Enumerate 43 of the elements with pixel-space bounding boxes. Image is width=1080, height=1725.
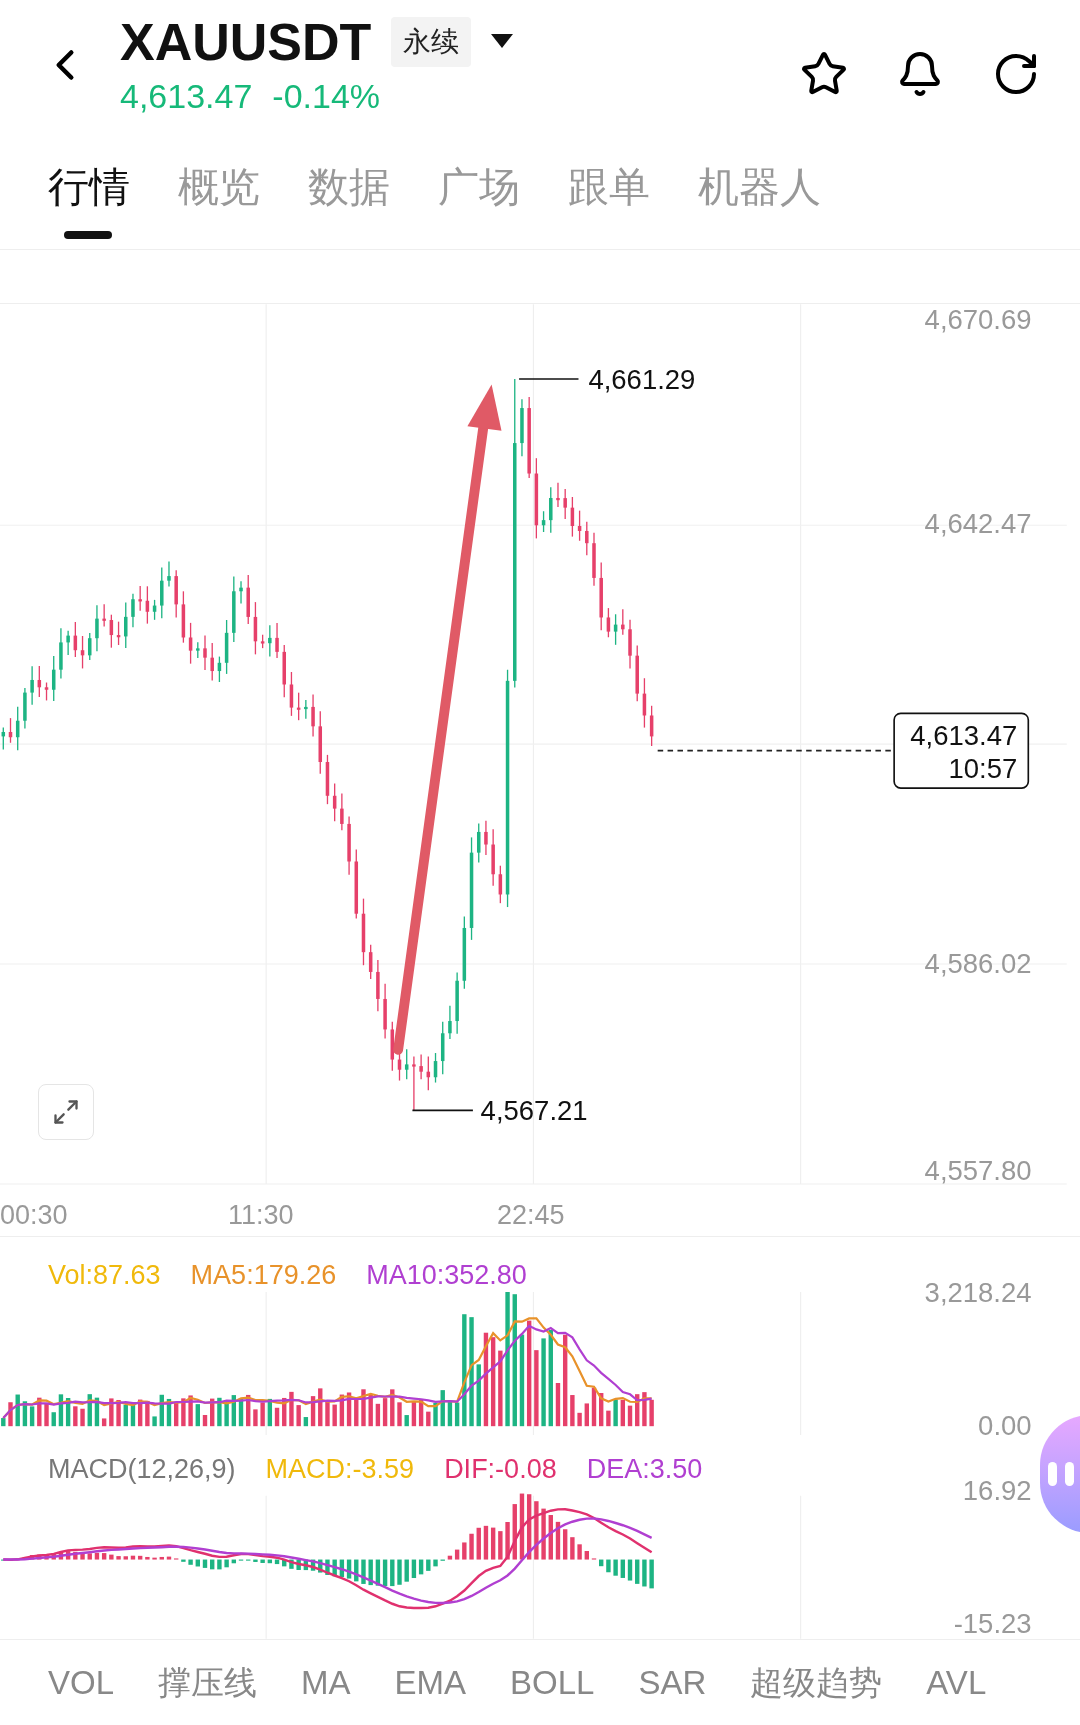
price-change: -0.14% bbox=[272, 76, 381, 117]
tab[interactable]: 机器人 bbox=[698, 159, 821, 239]
price-axis-label: 4,586.02 bbox=[924, 947, 1032, 979]
fullscreen-button[interactable] bbox=[38, 1084, 94, 1140]
last-price: 4,613.47 bbox=[120, 76, 253, 117]
caret-icon[interactable] bbox=[491, 34, 514, 50]
volume-legend-label: Vol:87.63 bbox=[48, 1259, 161, 1292]
price-axis-label: 4,557.80 bbox=[924, 1154, 1032, 1186]
contract-type-tag: 永续 bbox=[391, 17, 472, 67]
volume-legend-label: MA10:352.80 bbox=[366, 1259, 527, 1292]
low-price-label: 4,567.21 bbox=[480, 1095, 588, 1127]
tab[interactable]: 概览 bbox=[178, 159, 260, 239]
macd-legend-label: DEA:3.50 bbox=[586, 1453, 703, 1486]
macd-legend-label: MACD:-3.59 bbox=[265, 1453, 415, 1486]
tab[interactable]: 跟单 bbox=[568, 159, 650, 239]
tab[interactable]: 行情 bbox=[48, 159, 130, 239]
indicator-tab[interactable]: MA bbox=[301, 1657, 351, 1708]
indicator-tab[interactable]: SAR bbox=[638, 1657, 707, 1708]
volume-legend-label: MA5:179.26 bbox=[190, 1259, 337, 1292]
macd-legend-label: MACD(12,26,9) bbox=[48, 1453, 236, 1486]
indicator-tab[interactable]: 超级趋势 bbox=[750, 1657, 883, 1708]
indicator-tab[interactable]: EMA bbox=[394, 1657, 467, 1708]
time-axis-label: 00:30 bbox=[0, 1199, 68, 1232]
macd-axis-label: 16.92 bbox=[962, 1475, 1032, 1507]
indicator-tab[interactable]: AVL bbox=[926, 1657, 987, 1708]
symbol-title: XAUUSDT bbox=[120, 12, 372, 73]
indicator-tab[interactable]: BOLL bbox=[510, 1657, 595, 1708]
macd-axis-label: -15.23 bbox=[953, 1608, 1032, 1639]
volume-axis-label: 0.00 bbox=[978, 1410, 1032, 1435]
expand-icon[interactable] bbox=[52, 1098, 80, 1126]
indicator-tab[interactable]: 撑压线 bbox=[158, 1657, 258, 1708]
price-axis-label: 4,670.69 bbox=[924, 304, 1032, 336]
time-axis-label: 22:45 bbox=[497, 1199, 565, 1232]
time-axis-label: 11:30 bbox=[228, 1199, 294, 1232]
price-axis-label: 4,642.47 bbox=[924, 507, 1032, 539]
last-time-label: 10:57 bbox=[948, 753, 1018, 785]
volume-axis-label: 3,218.24 bbox=[924, 1276, 1032, 1308]
high-price-label: 4,661.29 bbox=[588, 363, 696, 395]
last-price-label: 4,613.47 bbox=[910, 720, 1018, 752]
tab[interactable]: 广场 bbox=[438, 159, 520, 239]
tab[interactable]: 数据 bbox=[308, 159, 390, 239]
indicator-tab[interactable]: VOL bbox=[48, 1657, 115, 1708]
macd-legend-label: DIF:-0.08 bbox=[444, 1453, 557, 1486]
